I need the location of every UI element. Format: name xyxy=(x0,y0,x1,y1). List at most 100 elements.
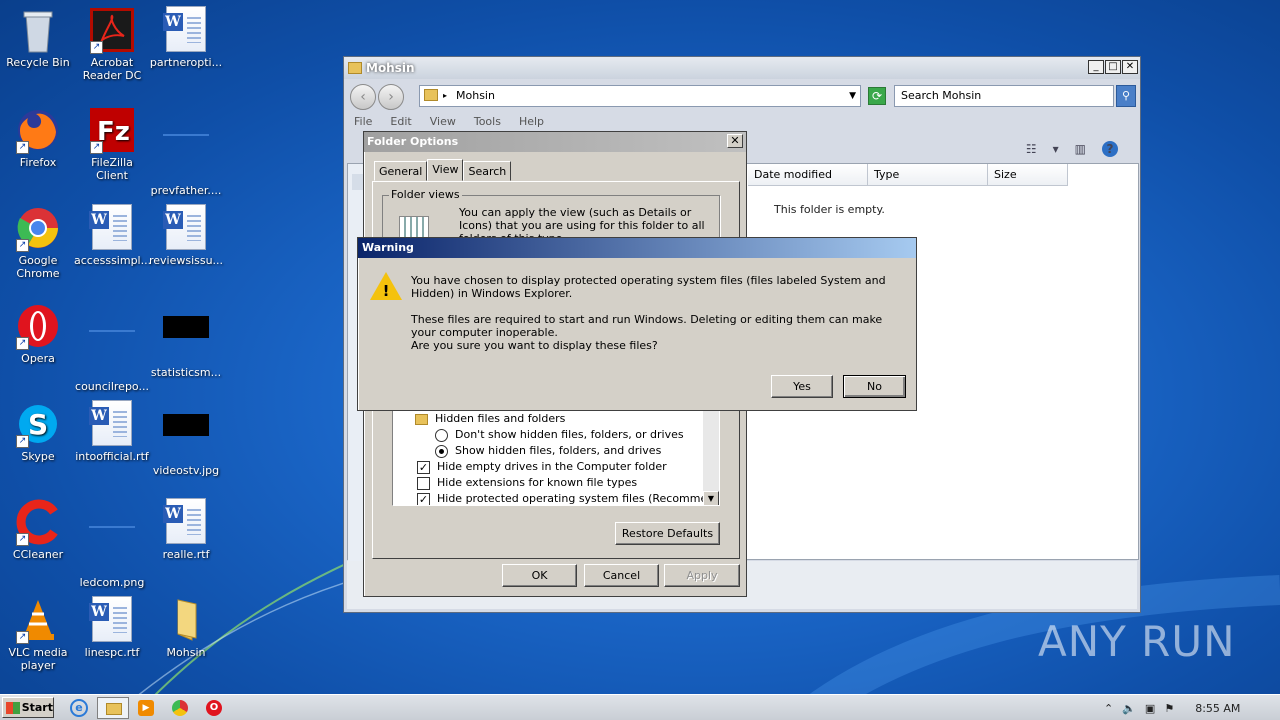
desktop-icon-recycle-bin[interactable]: Recycle Bin xyxy=(0,6,76,69)
image-file-icon xyxy=(163,316,209,338)
taskbar-media-icon[interactable]: ▶ xyxy=(138,700,154,716)
apply-button[interactable]: Apply xyxy=(664,564,740,587)
maximize-button[interactable]: □ xyxy=(1105,60,1121,74)
yes-button[interactable]: Yes xyxy=(771,375,833,398)
desktop-icon-label: partneropti... xyxy=(149,56,223,69)
taskbar-chrome-icon[interactable] xyxy=(172,700,188,716)
address-bar[interactable]: ▸ Mohsin ▼ xyxy=(419,85,861,107)
desktop-icon-chrome[interactable]: ↗ Google Chrome xyxy=(0,204,76,280)
warning-message-3: Are you sure you want to display these f… xyxy=(411,339,658,352)
column-date-modified[interactable]: Date modified xyxy=(748,164,868,186)
dont-show-hidden-radio[interactable] xyxy=(435,428,448,442)
hide-protected-files-checkbox[interactable]: ✓ xyxy=(417,492,430,505)
desktop-icon-acrobat[interactable]: ↗ Acrobat Reader DC xyxy=(74,6,150,82)
minimize-button[interactable]: _ xyxy=(1088,60,1104,74)
close-button[interactable]: ✕ xyxy=(727,134,743,148)
tab-search[interactable]: Search xyxy=(463,161,512,181)
tray-expand-icon[interactable]: ⌃ xyxy=(1104,702,1113,715)
show-hidden-option[interactable]: Show hidden files, folders, and drives xyxy=(435,443,661,459)
folder-icon xyxy=(348,62,362,74)
search-input[interactable]: Search Mohsin xyxy=(894,85,1114,107)
show-hidden-radio[interactable] xyxy=(435,444,448,458)
close-button[interactable]: ✕ xyxy=(1122,60,1138,74)
desktop-icon-ccleaner[interactable]: ↗ CCleaner xyxy=(0,498,76,561)
ok-button[interactable]: OK xyxy=(502,564,577,587)
menu-edit[interactable]: Edit xyxy=(390,115,411,128)
network-icon[interactable]: ▣ xyxy=(1145,702,1155,715)
hide-empty-drives-checkbox[interactable]: ✓ xyxy=(417,460,430,474)
svg-text:S: S xyxy=(28,408,48,441)
views-dropdown-icon[interactable]: ▾ xyxy=(1053,142,1059,156)
desktop-icon-vlc[interactable]: ↗ VLC media player xyxy=(0,596,76,672)
dont-show-hidden-option[interactable]: Don't show hidden files, folders, or dri… xyxy=(435,427,684,443)
scroll-down-icon[interactable]: ▼ xyxy=(703,491,719,505)
desktop-icon-label: Firefox xyxy=(19,156,57,169)
warning-title: Warning xyxy=(362,241,414,254)
shortcut-arrow-icon: ↗ xyxy=(16,337,29,350)
menu-tools[interactable]: Tools xyxy=(474,115,501,128)
clock[interactable]: 8:55 AM xyxy=(1195,702,1240,715)
volume-icon[interactable]: 🔈 xyxy=(1122,702,1136,715)
advanced-settings-list[interactable]: Hidden files and folders Don't show hidd… xyxy=(392,398,720,506)
breadcrumb-arrow-icon[interactable]: ▸ xyxy=(443,86,447,106)
shortcut-arrow-icon: ↗ xyxy=(16,533,29,546)
column-type[interactable]: Type xyxy=(868,164,988,186)
menu-help[interactable]: Help xyxy=(519,115,544,128)
desktop-icon-opera[interactable]: ↗ Opera xyxy=(0,302,76,365)
chevron-down-icon[interactable]: ▼ xyxy=(849,86,856,106)
folder-options-titlebar[interactable]: Folder Options ✕ xyxy=(364,132,746,152)
desktop-icon-councilrepo[interactable]: councilrepo... xyxy=(74,302,150,393)
desktop-icon-accesssimpl[interactable]: W accesssimpl... xyxy=(74,204,151,267)
desktop-icon-intoofficial[interactable]: W intoofficial.rtf xyxy=(74,400,150,463)
hide-protected-files-option[interactable]: ✓ Hide protected operating system files … xyxy=(417,491,719,505)
dont-show-hidden-label: Don't show hidden files, folders, or dri… xyxy=(455,428,684,441)
preview-pane-icon[interactable]: ▥ xyxy=(1075,142,1086,156)
desktop-icon-statisticsm[interactable]: statisticsm... xyxy=(148,302,224,379)
warning-message-1: You have chosen to display protected ope… xyxy=(411,274,886,300)
action-center-flag-icon[interactable]: ⚑ xyxy=(1164,702,1174,715)
desktop-icon-realle[interactable]: W realle.rtf xyxy=(148,498,224,561)
desktop-icon-linespc[interactable]: W linespc.rtf xyxy=(74,596,150,659)
settings-scrollbar[interactable]: ▼ xyxy=(703,399,719,505)
taskbar-opera-icon[interactable]: O xyxy=(206,700,222,716)
folder-views-legend: Folder views xyxy=(389,188,462,201)
views-icon[interactable]: ☷ xyxy=(1026,142,1037,156)
desktop-icon-ledcom[interactable]: ledcom.png xyxy=(74,498,150,589)
desktop-icon-label: intoofficial.rtf xyxy=(75,450,149,463)
no-button[interactable]: No xyxy=(843,375,906,398)
taskbar-explorer-icon[interactable] xyxy=(97,697,129,719)
column-size[interactable]: Size xyxy=(988,164,1068,186)
search-icon[interactable]: ⚲ xyxy=(1116,85,1136,107)
taskbar-ie-icon[interactable]: e xyxy=(70,699,88,717)
desktop-icon-partneropti[interactable]: W partneropti... xyxy=(148,6,224,69)
hide-extensions-option[interactable]: Hide extensions for known file types xyxy=(417,475,637,491)
desktop-icon-label: ledcom.png xyxy=(79,576,145,589)
cancel-button[interactable]: Cancel xyxy=(584,564,659,587)
shortcut-arrow-icon: ↗ xyxy=(16,141,29,154)
back-button[interactable]: ‹ xyxy=(350,84,376,110)
restore-defaults-button[interactable]: Restore Defaults xyxy=(615,522,720,545)
warning-titlebar[interactable]: Warning xyxy=(358,238,916,258)
folder-icon xyxy=(415,413,428,425)
refresh-button[interactable]: ⟳ xyxy=(868,87,886,105)
desktop-icon-firefox[interactable]: ↗ Firefox xyxy=(0,106,76,169)
desktop-icon-reviewsissu[interactable]: W reviewsissu... xyxy=(148,204,224,267)
menu-view[interactable]: View xyxy=(430,115,456,128)
hide-empty-drives-label: Hide empty drives in the Computer folder xyxy=(437,460,667,473)
menu-file[interactable]: File xyxy=(354,115,372,128)
hide-empty-drives-option[interactable]: ✓ Hide empty drives in the Computer fold… xyxy=(417,459,667,475)
shortcut-arrow-icon: ↗ xyxy=(90,141,103,154)
tab-view[interactable]: View xyxy=(427,159,464,181)
desktop-icon-skype[interactable]: S ↗ Skype xyxy=(0,400,76,463)
hide-extensions-checkbox[interactable] xyxy=(417,476,430,490)
desktop-icon-mohsin-folder[interactable]: Mohsin xyxy=(148,596,224,659)
start-button[interactable]: Start xyxy=(2,697,54,718)
forward-button[interactable]: › xyxy=(378,84,404,110)
desktop-icon-videostv[interactable]: videostv.jpg xyxy=(148,400,224,477)
tab-general[interactable]: General xyxy=(374,161,428,181)
help-icon[interactable]: ? xyxy=(1102,141,1118,157)
desktop-icon-filezilla[interactable]: Fz ↗ FileZilla Client xyxy=(74,106,150,182)
desktop-icon-prevfather[interactable]: prevfather.... xyxy=(148,106,224,197)
show-hidden-label: Show hidden files, folders, and drives xyxy=(455,444,662,457)
explorer-titlebar[interactable]: Mohsin xyxy=(344,57,1140,79)
